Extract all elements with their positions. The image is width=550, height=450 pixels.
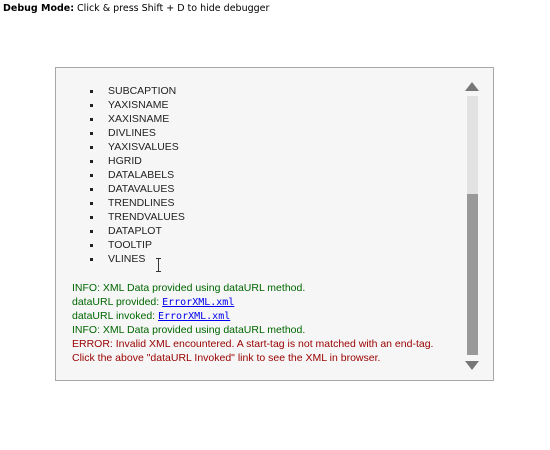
debugger-panel[interactable]: SUBCAPTION YAXISNAME XAXISNAME DIVLINES YAXI… [55, 67, 494, 381]
vertical-scrollbar[interactable] [465, 82, 479, 370]
dataurl-invoked-link[interactable]: ErrorXML.xml [158, 311, 230, 322]
attribute-item: DIVLINES [90, 126, 185, 140]
debug-mode-label: Debug Mode: [3, 3, 75, 14]
attribute-item: YAXISVALUES [90, 140, 185, 154]
attribute-item: TRENDVALUES [90, 210, 185, 224]
debug-log: INFO: XML Data provided using dataURL me… [72, 281, 433, 365]
dataurl-provided-label: dataURL provided: [72, 296, 163, 308]
log-info-line-2: INFO: XML Data provided using dataURL me… [72, 324, 306, 336]
attribute-item: DATAPLOT [90, 224, 185, 238]
attribute-item: YAXISNAME [90, 98, 185, 112]
attribute-item: XAXISNAME [90, 112, 185, 126]
attribute-item: HGRID [90, 154, 185, 168]
attribute-item: VLINES [90, 252, 185, 266]
debugger-content: SUBCAPTION YAXISNAME XAXISNAME DIVLINES YAXI… [56, 68, 463, 380]
text-cursor-icon [156, 258, 164, 272]
attribute-item: TOOLTIP [90, 238, 185, 252]
attribute-item: SUBCAPTION [90, 84, 185, 98]
log-dataurl-invoked: dataURL invoked: ErrorXML.xml [72, 309, 433, 323]
log-dataurl-provided: dataURL provided: ErrorXML.xml [72, 295, 433, 309]
attribute-item: DATAVALUES [90, 182, 185, 196]
attribute-list: SUBCAPTION YAXISNAME XAXISNAME DIVLINES YAXI… [90, 84, 185, 266]
triangle-up-icon[interactable] [465, 82, 479, 91]
scroll-thumb[interactable] [467, 194, 478, 355]
triangle-down-icon[interactable] [465, 361, 479, 370]
attribute-item: DATALABELS [90, 168, 185, 182]
scroll-track[interactable] [467, 96, 478, 355]
dataurl-invoked-label: dataURL invoked: [72, 310, 158, 322]
log-error-line: ERROR: Invalid XML encountered. A start-… [72, 338, 434, 350]
log-info-line: INFO: XML Data provided using dataURL me… [72, 282, 306, 294]
attribute-item: TRENDLINES [90, 196, 185, 210]
log-hint-line: Click the above "dataURL Invoked" link t… [72, 352, 381, 364]
debug-mode-hint: Click & press Shift + D to hide debugger [74, 3, 270, 14]
debug-mode-banner: Debug Mode: Click & press Shift + D to h… [3, 3, 269, 14]
dataurl-provided-link[interactable]: ErrorXML.xml [162, 297, 234, 308]
